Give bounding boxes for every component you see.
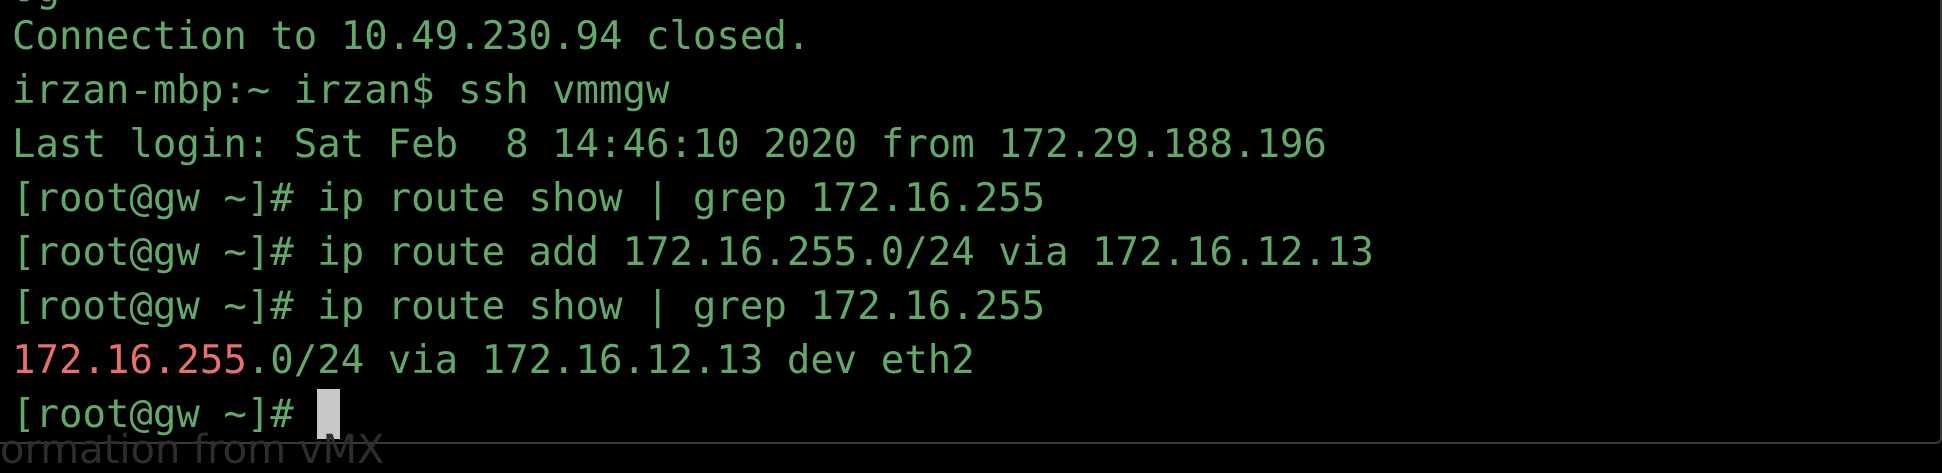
terminal-output: Connection to 10.49.230.94 closed. irzan… xyxy=(12,10,1940,442)
clipped-previous-line: og xyxy=(12,0,60,8)
terminal-line: [root@gw ~]# ip route show | grep 172.16… xyxy=(12,284,1046,329)
terminal-line: [root@gw ~]# ip route show | grep 172.16… xyxy=(12,176,1046,221)
grep-match-highlight: 172.16.255 xyxy=(12,338,247,383)
background-window-text: ormation from vMX xyxy=(0,427,385,473)
route-output-line: 172.16.255.0/24 via 172.16.12.13 dev eth… xyxy=(12,334,1940,388)
terminal-line: [root@gw ~]# ip route add 172.16.255.0/2… xyxy=(12,230,1374,275)
terminal-line: Connection to 10.49.230.94 closed. xyxy=(12,14,811,59)
route-output-rest: .0/24 via 172.16.12.13 dev eth2 xyxy=(246,338,975,383)
terminal-line: Last login: Sat Feb 8 14:46:10 2020 from… xyxy=(12,122,1327,167)
terminal-line: irzan-mbp:~ irzan$ ssh vmmgw xyxy=(12,68,670,113)
terminal-window[interactable]: og Connection to 10.49.230.94 closed. ir… xyxy=(0,0,1942,444)
